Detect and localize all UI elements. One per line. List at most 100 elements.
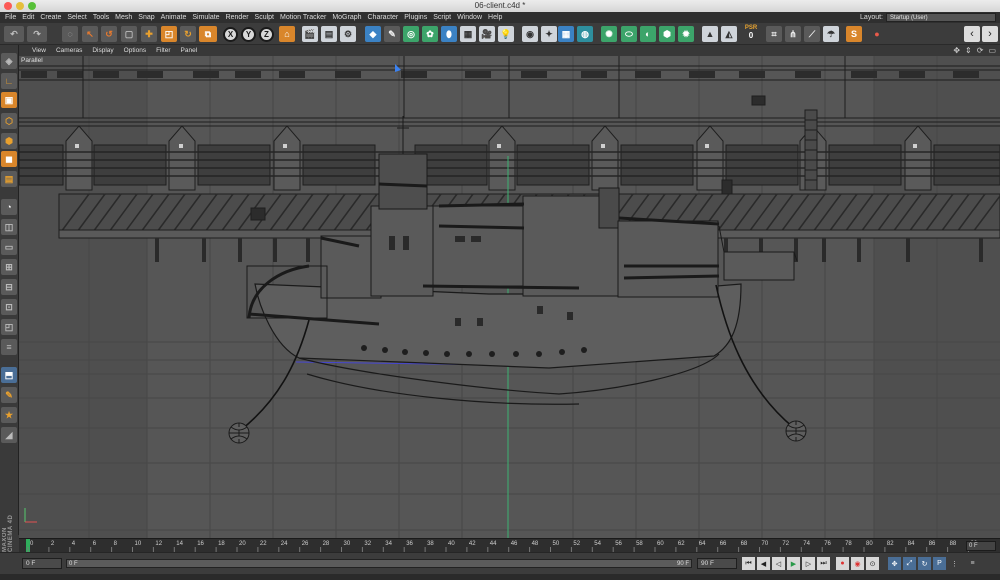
texture-mode-icon[interactable]: ▣ [1, 92, 17, 108]
menu-simulate[interactable]: Simulate [190, 12, 223, 23]
go-to-end-icon[interactable]: ⏭ [817, 557, 830, 570]
live-selection-icon[interactable]: ◌ [62, 26, 78, 42]
menu-select[interactable]: Select [65, 12, 90, 23]
record-icon[interactable]: ● [836, 557, 849, 570]
globe-icon[interactable]: ◍ [577, 26, 593, 42]
menu-mograph[interactable]: MoGraph [330, 12, 365, 23]
render-view-icon[interactable]: 🎬 [302, 26, 318, 42]
render-picture-viewer-icon[interactable]: ▤ [321, 26, 337, 42]
mograph-icon[interactable]: ✺ [601, 26, 617, 42]
point-level-icon[interactable]: ⋮ [948, 557, 961, 570]
effector-icon[interactable]: ⬢ [659, 26, 675, 42]
viewport-menu-cameras[interactable]: Cameras [51, 47, 87, 54]
edit-render-settings-icon[interactable]: ⚙ [340, 26, 356, 42]
menu-sculpt[interactable]: Sculpt [253, 12, 278, 23]
fracture-icon[interactable]: ✹ [678, 26, 694, 42]
z-axis-toggle[interactable]: Z [259, 27, 274, 42]
recent-tools-icon[interactable]: ⧉ [199, 26, 217, 42]
script-s-icon[interactable]: S [846, 26, 862, 42]
x-axis-toggle[interactable]: X [223, 27, 238, 42]
previous-key-icon[interactable]: ◀ [757, 557, 770, 570]
workplane-icon[interactable]: ⟋ [804, 26, 820, 42]
tag-icon[interactable]: ◐ [640, 26, 656, 42]
close-window-icon[interactable] [4, 2, 12, 10]
pyramid-icon[interactable]: ▲ [702, 26, 718, 42]
floor-icon[interactable]: ▦ [460, 26, 476, 42]
y-axis-toggle[interactable]: Y [241, 27, 256, 42]
pan-icon[interactable]: ✥ [953, 46, 960, 55]
menu-help[interactable]: Help [486, 12, 506, 23]
timeline-menu-icon[interactable]: ≡ [966, 557, 979, 570]
menu-window[interactable]: Window [455, 12, 486, 23]
autokey-icon[interactable]: ◉ [851, 557, 864, 570]
scale-key-icon[interactable]: ⤢ [903, 557, 916, 570]
bulb-icon[interactable]: ✦ [541, 26, 557, 42]
next-key-icon[interactable]: ▷ [802, 557, 815, 570]
play-backwards-icon[interactable]: ◁ [772, 557, 785, 570]
menu-script[interactable]: Script [431, 12, 455, 23]
viewport[interactable] [19, 56, 1000, 538]
redo-icon[interactable]: ↷ [27, 26, 47, 42]
locked-workplane-icon[interactable]: ⊞ [1, 259, 17, 275]
menu-character[interactable]: Character [366, 12, 403, 23]
timeline-current-frame[interactable]: 0 F [966, 541, 996, 551]
brush-icon[interactable]: ✎ [1, 387, 17, 403]
minimize-window-icon[interactable] [16, 2, 24, 10]
menu-edit[interactable]: Edit [20, 12, 38, 23]
menu-mesh[interactable]: Mesh [113, 12, 136, 23]
rotate-icon[interactable]: ↻ [180, 26, 196, 42]
workplane-mode-icon[interactable]: ▭ [1, 239, 17, 255]
deformer-icon[interactable]: ⬮ [441, 26, 457, 42]
position-key-icon[interactable]: ✥ [888, 557, 901, 570]
snap-settings-icon[interactable]: ⊡ [1, 299, 17, 315]
viewport-menu-panel[interactable]: Panel [176, 47, 203, 54]
render-region-icon[interactable]: ◉ [522, 26, 538, 42]
psr-indicator[interactable]: PSR 0 [741, 25, 761, 43]
menu-snap[interactable]: Snap [136, 12, 158, 23]
timeline-ruler[interactable]: 0 2 4 6 8 10 12 14 16 18 20 22 24 26 28 30 32 34 36 38 40 42 4… [19, 538, 1000, 553]
zoom-view-icon[interactable]: ⇕ [965, 46, 972, 55]
cloner-icon[interactable]: ✿ [422, 26, 438, 42]
zoom-window-icon[interactable] [28, 2, 36, 10]
favorites-star-icon[interactable]: ★ [1, 407, 17, 423]
model-mode-icon[interactable]: ∟ [1, 73, 17, 89]
capsule-icon[interactable]: ⬭ [621, 26, 637, 42]
menu-motion-tracker[interactable]: Motion Tracker [278, 12, 330, 23]
quantize-icon[interactable]: ◰ [1, 319, 17, 335]
coordinate-system-icon[interactable]: ⌂ [279, 26, 295, 42]
move-icon[interactable]: ✚ [141, 26, 157, 42]
make-editable-icon[interactable]: ◈ [1, 53, 17, 69]
shapes-icon[interactable]: ● [869, 26, 885, 42]
layer-icon[interactable]: ≡ [1, 339, 17, 355]
toggle-views-icon[interactable]: ▭ [988, 46, 996, 55]
light-icon[interactable]: 💡 [498, 26, 514, 42]
uv-mode-icon[interactable]: ▤ [1, 171, 17, 187]
viewport-menu-display[interactable]: Display [87, 47, 118, 54]
menu-create[interactable]: Create [38, 12, 65, 23]
menu-animate[interactable]: Animate [159, 12, 191, 23]
magnet-icon[interactable]: ⋔ [785, 26, 801, 42]
subdivision-icon[interactable]: ◎ [403, 26, 419, 42]
menu-plugins[interactable]: Plugins [402, 12, 431, 23]
menu-render[interactable]: Render [224, 12, 253, 23]
lasso-icon[interactable]: ↺ [101, 26, 117, 42]
rotation-key-icon[interactable]: ↻ [918, 557, 931, 570]
spline-pen-icon[interactable]: ✎ [384, 26, 400, 42]
active-tool-icon[interactable]: ⬒ [1, 367, 17, 383]
axis-mode-icon[interactable]: ⬡ [1, 113, 17, 129]
enable-snap-icon[interactable]: ◫ [1, 219, 17, 235]
end-frame-field[interactable]: 90 F [697, 558, 737, 569]
viewport-menu-filter[interactable]: Filter [151, 47, 175, 54]
viewport-solo-icon[interactable]: ◔ [1, 199, 17, 215]
select-arrow-icon[interactable]: ↖ [82, 26, 98, 42]
symmetry-icon[interactable]: ◭ [721, 26, 737, 42]
rect-selection-icon[interactable]: ▢ [121, 26, 137, 42]
planar-workplane-icon[interactable]: ⊟ [1, 279, 17, 295]
keyframe-selection-icon[interactable]: ⊙ [866, 557, 879, 570]
start-frame-field[interactable]: 0 F [22, 558, 62, 569]
points-mode-icon[interactable]: ⬢ [1, 133, 17, 149]
menu-file[interactable]: File [3, 12, 20, 23]
snap-icon[interactable]: ⌗ [766, 26, 782, 42]
grid-icon[interactable]: ▦ [558, 26, 574, 42]
preview-range-slider[interactable]: 0 F 90 F [66, 559, 692, 568]
